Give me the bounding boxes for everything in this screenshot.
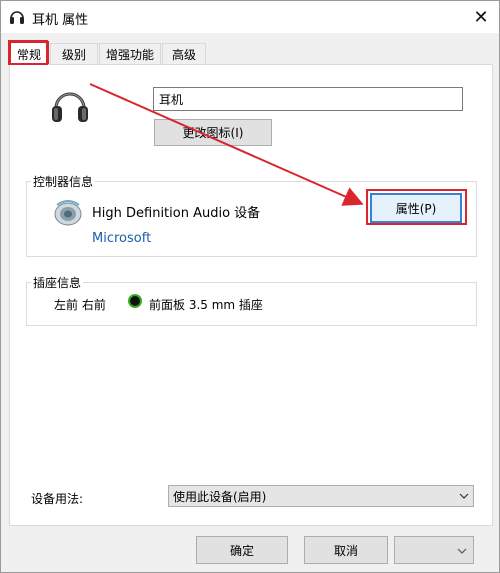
- tab-enhancements[interactable]: 增强功能: [99, 43, 161, 64]
- chevron-down-icon: [457, 548, 467, 554]
- device-name-input[interactable]: [153, 87, 463, 111]
- properties-button-label: 属性(P): [395, 201, 437, 216]
- tab-label: 常规: [16, 47, 41, 62]
- tab-label: 级别: [61, 47, 86, 62]
- properties-button[interactable]: 属性(P): [370, 193, 462, 223]
- controller-info-label: 控制器信息: [31, 173, 96, 190]
- jack-info-label: 插座信息: [31, 274, 84, 291]
- ok-button[interactable]: 确定: [196, 536, 288, 564]
- cancel-button-label: 取消: [333, 543, 358, 558]
- headphones-icon: [52, 92, 88, 122]
- jack-description: 前面板 3.5 mm 插座: [149, 298, 263, 312]
- controller-vendor-link[interactable]: Microsoft: [92, 231, 151, 246]
- title-bar[interactable]: 耳机 属性 ✕: [1, 1, 499, 33]
- cancel-button[interactable]: 取消: [304, 536, 388, 564]
- device-usage-dropdown[interactable]: 使用此设备(启用): [168, 485, 474, 507]
- tab-general[interactable]: 常规: [9, 41, 49, 65]
- close-icon: ✕: [473, 6, 489, 28]
- tab-levels[interactable]: 级别: [50, 43, 98, 64]
- device-usage-label: 设备用法:: [31, 492, 84, 506]
- headphones-icon: [10, 11, 24, 24]
- chevron-down-icon: [459, 493, 469, 499]
- controller-name: High Definition Audio 设备: [92, 206, 261, 221]
- window-title: 耳机 属性: [32, 13, 89, 28]
- close-button[interactable]: ✕: [463, 1, 499, 33]
- speaker-icon: [54, 200, 82, 226]
- jack-position: 左前 右前: [54, 298, 106, 312]
- properties-window: 耳机 属性 ✕ 常规 级别 增强功能 高级 更改图标(I) 控制器信息: [0, 0, 500, 573]
- ok-button-label: 确定: [229, 543, 254, 558]
- tab-advanced[interactable]: 高级: [162, 43, 206, 64]
- tab-label: 增强功能: [105, 47, 154, 62]
- change-icon-button[interactable]: 更改图标(I): [154, 119, 272, 146]
- green-jack-icon: [130, 296, 140, 306]
- change-icon-label: 更改图标(I): [182, 126, 244, 140]
- tab-label: 高级: [171, 47, 196, 62]
- apply-button[interactable]: [394, 536, 474, 564]
- device-usage-value: 使用此设备(启用): [173, 489, 267, 504]
